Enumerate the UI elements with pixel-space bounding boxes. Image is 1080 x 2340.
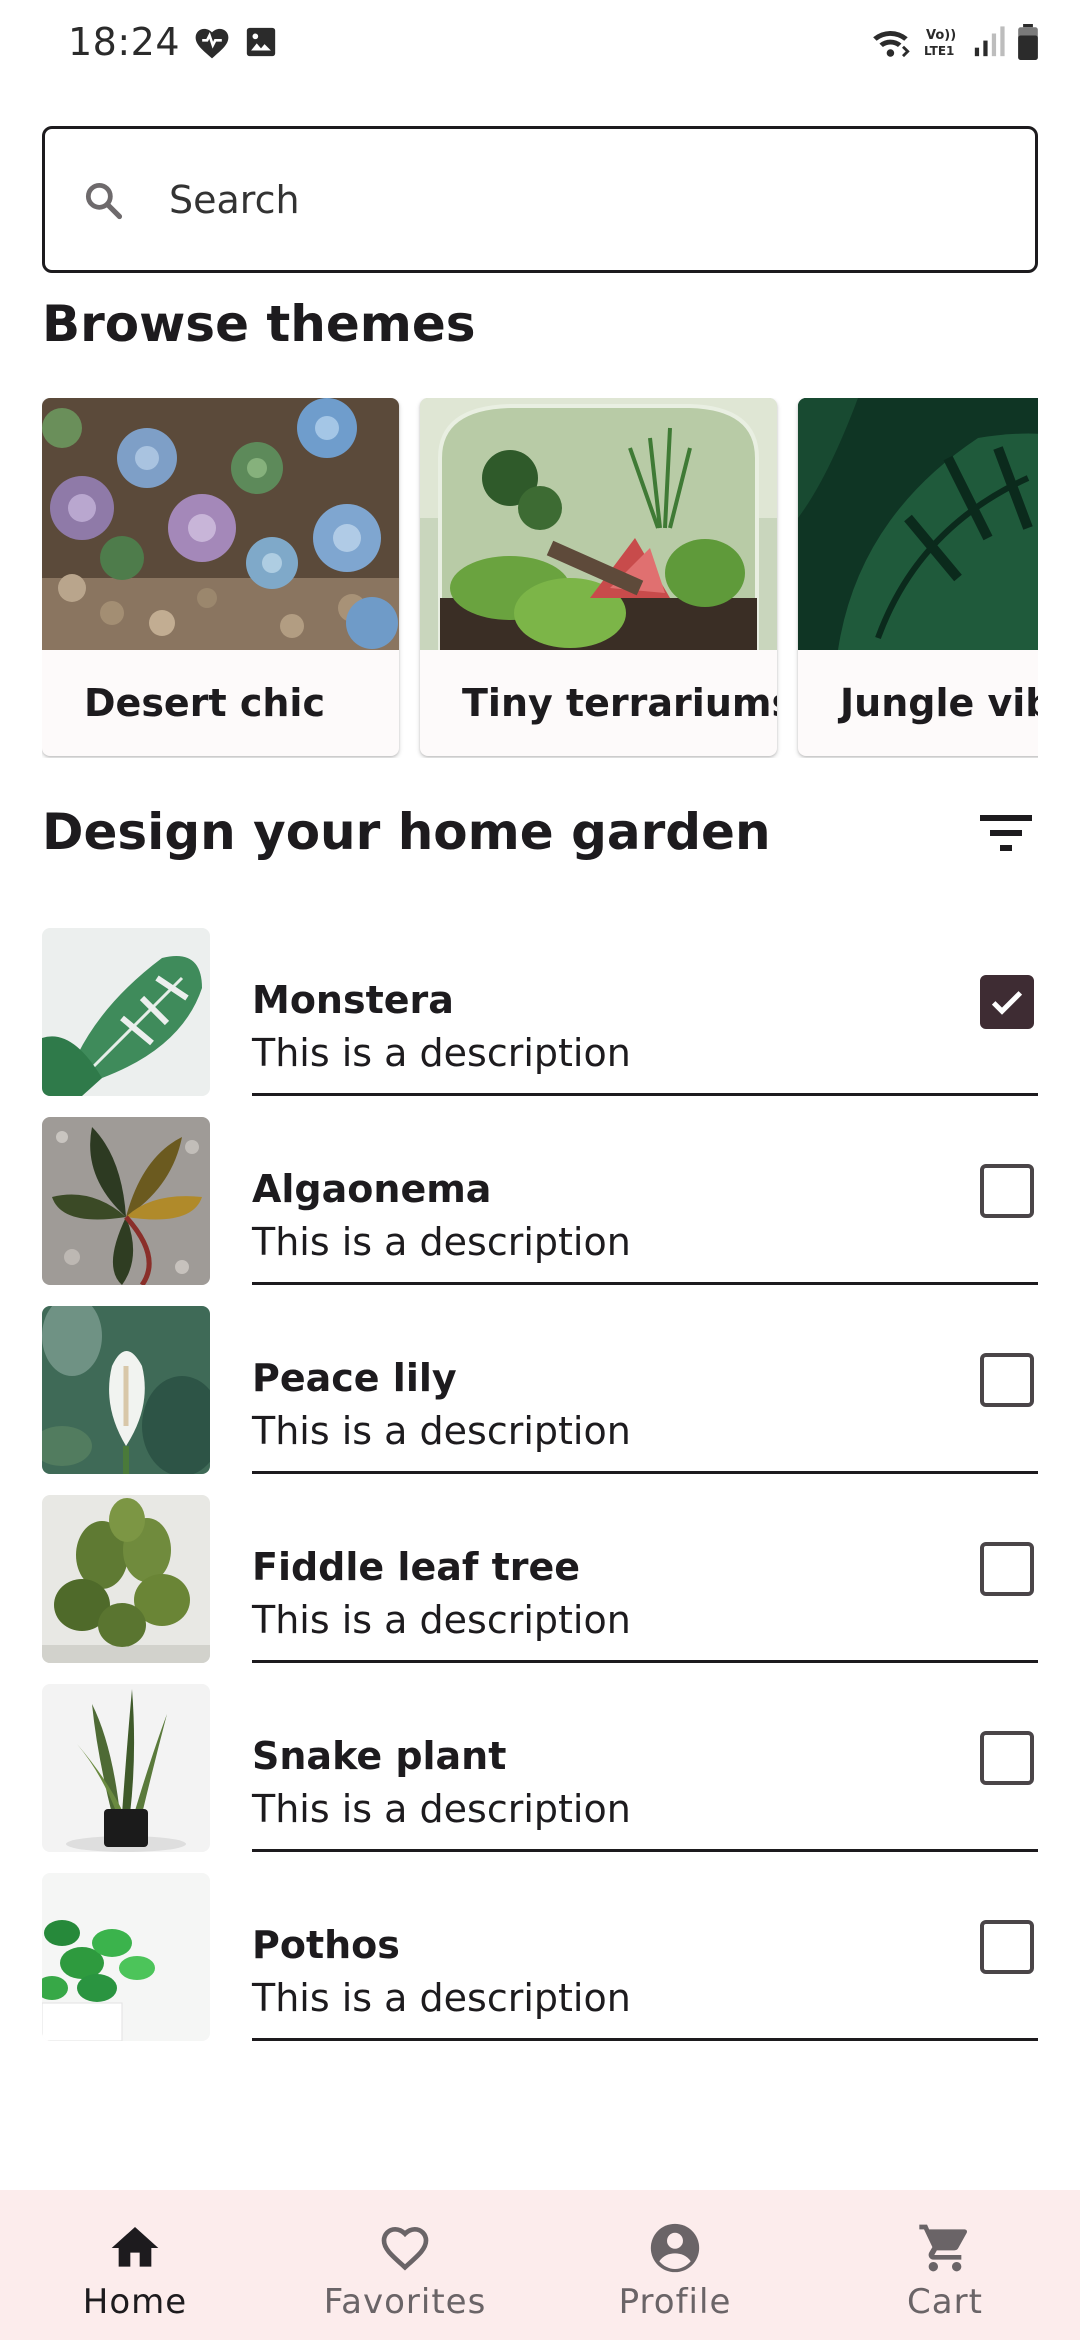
theme-card-tiny-terrariums[interactable]: Tiny terrariums [420, 398, 777, 756]
signal-icon [972, 25, 1006, 59]
monstera-leaves-image [798, 398, 1038, 650]
plant-description: This is a description [252, 1787, 631, 1831]
pothos-image [42, 1873, 210, 2041]
filter-icon[interactable] [978, 808, 1034, 858]
themes-carousel[interactable]: Desert chic Tiny terrariums Jungle vi [42, 398, 1038, 758]
list-item[interactable]: Snake plant This is a description [42, 1684, 1038, 1873]
nav-label: Cart [907, 2282, 983, 2322]
plant-checkbox[interactable] [980, 1731, 1034, 1785]
theme-card-desert-chic[interactable]: Desert chic [42, 398, 399, 756]
plant-name: Monstera [252, 978, 454, 1022]
home-icon [105, 2218, 165, 2278]
status-time: 18:24 [68, 20, 181, 64]
plant-description: This is a description [252, 1220, 631, 1264]
image-icon [244, 25, 278, 59]
status-right: Vo)) LTE1 [870, 24, 1040, 60]
status-left: 18:24 [68, 20, 278, 64]
list-item[interactable]: Algaonema This is a description [42, 1117, 1038, 1306]
design-garden-title: Design your home garden [42, 803, 771, 861]
plant-name: Fiddle leaf tree [252, 1545, 581, 1589]
plant-description: This is a description [252, 1598, 631, 1642]
plant-name: Peace lily [252, 1356, 457, 1400]
monstera-image [42, 928, 210, 1096]
wifi-calling-icon [870, 24, 914, 60]
nav-item-favorites[interactable]: Favorites [270, 2190, 540, 2340]
volte-icon: Vo)) LTE1 [924, 24, 962, 60]
plant-checkbox[interactable] [980, 1542, 1034, 1596]
status-bar: 18:24 Vo)) LTE1 [0, 0, 1080, 84]
theme-label: Desert chic [84, 681, 325, 725]
heart-icon [192, 24, 232, 60]
theme-label: Jungle vibes [840, 681, 1038, 725]
peace-lily-image [42, 1306, 210, 1474]
divider [252, 1093, 1038, 1096]
bottom-navigation: Home Favorites Profile Cart [0, 2190, 1080, 2340]
list-item[interactable]: Fiddle leaf tree This is a description [42, 1495, 1038, 1684]
divider [252, 1282, 1038, 1285]
terrarium-image [420, 398, 777, 650]
nav-item-profile[interactable]: Profile [540, 2190, 810, 2340]
nav-label: Profile [618, 2282, 732, 2322]
divider [252, 2038, 1038, 2041]
list-item[interactable]: Peace lily This is a description [42, 1306, 1038, 1495]
plant-description: This is a description [252, 1031, 631, 1075]
plant-description: This is a description [252, 1976, 631, 2020]
nav-label: Favorites [323, 2282, 487, 2322]
plant-checkbox[interactable] [980, 1164, 1034, 1218]
nav-item-cart[interactable]: Cart [810, 2190, 1080, 2340]
cart-icon [915, 2218, 975, 2278]
plant-name: Snake plant [252, 1734, 507, 1778]
theme-card-jungle-vibes[interactable]: Jungle vibes [798, 398, 1038, 756]
divider [252, 1849, 1038, 1852]
plant-list: Monstera This is a description Algaonema… [42, 928, 1038, 2062]
app-root: { "status_bar": { "time": "18:24", "icon… [0, 0, 1080, 2340]
plant-description: This is a description [252, 1409, 631, 1453]
theme-label: Tiny terrariums [462, 681, 777, 725]
battery-icon [1016, 24, 1040, 60]
search-icon [81, 178, 125, 222]
plant-checkbox[interactable] [980, 975, 1034, 1029]
search-input[interactable]: Search [42, 126, 1038, 273]
svg-text:LTE1: LTE1 [924, 44, 954, 58]
plant-checkbox[interactable] [980, 1920, 1034, 1974]
list-item[interactable]: Pothos This is a description [42, 1873, 1038, 2062]
divider [252, 1660, 1038, 1663]
heart-outline-icon [375, 2218, 435, 2278]
check-icon [991, 991, 1023, 1015]
account-circle-icon [645, 2218, 705, 2278]
nav-label: Home [82, 2282, 188, 2322]
svg-text:Vo)): Vo)) [926, 28, 956, 43]
nav-item-home[interactable]: Home [0, 2190, 270, 2340]
snake-plant-image [42, 1684, 210, 1852]
browse-themes-title: Browse themes [42, 295, 476, 353]
succulents-image [42, 398, 399, 650]
plant-name: Algaonema [252, 1167, 492, 1211]
fiddle-leaf-image [42, 1495, 210, 1663]
plant-name: Pothos [252, 1923, 400, 1967]
list-item[interactable]: Monstera This is a description [42, 928, 1038, 1117]
aglaonema-image [42, 1117, 210, 1285]
search-placeholder: Search [169, 177, 300, 222]
divider [252, 1471, 1038, 1474]
plant-checkbox[interactable] [980, 1353, 1034, 1407]
